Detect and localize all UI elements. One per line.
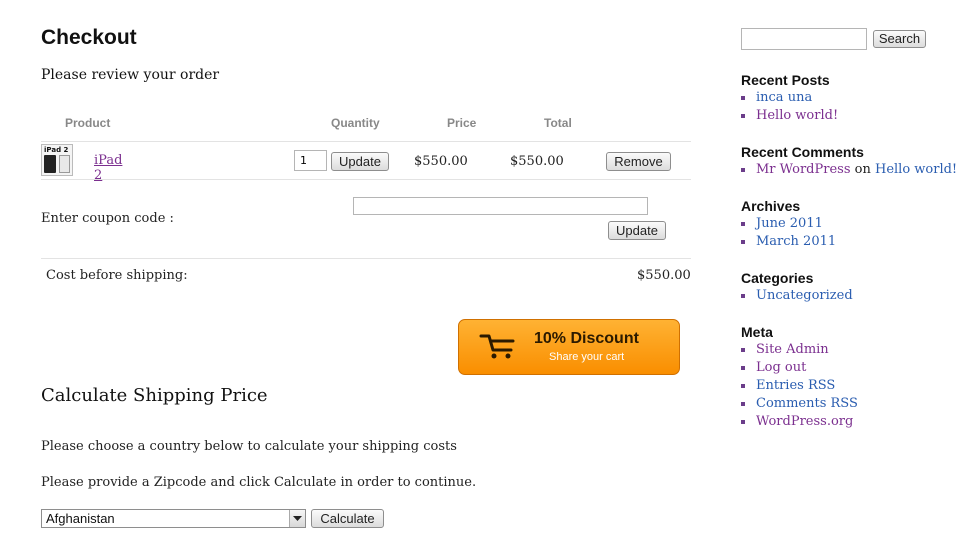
search-button[interactable]: Search [873, 30, 926, 48]
discount-subtitle: Share your cart [549, 351, 625, 363]
recent-post-link[interactable]: Hello world! [756, 108, 838, 123]
quantity-input[interactable] [294, 150, 327, 171]
table-divider-top [41, 141, 691, 142]
column-header-quantity: Quantity [331, 116, 380, 130]
column-header-product: Product [65, 116, 111, 130]
list-item: Site Admin [741, 341, 858, 359]
review-text: Please review your order [41, 67, 220, 83]
product-price: $550.00 [414, 154, 468, 169]
column-header-total: Total [544, 116, 572, 130]
category-link[interactable]: Uncategorized [756, 288, 853, 303]
coupon-label: Enter coupon code : [41, 211, 174, 226]
meta-link-wordpress-org[interactable]: WordPress.org [756, 414, 853, 429]
discount-title: 10% Discount [534, 330, 639, 347]
comment-on-text: on [854, 162, 871, 177]
meta-heading: Meta [741, 324, 773, 340]
product-total: $550.00 [510, 154, 564, 169]
product-thumbnail[interactable]: iPad 2 [41, 144, 73, 176]
coupon-input[interactable] [353, 197, 648, 215]
categories-list: Uncategorized [741, 287, 853, 305]
tablet-back-icon [59, 155, 70, 173]
country-selected-value: Afghanistan [46, 511, 115, 526]
page-title: Checkout [41, 26, 137, 49]
shipping-instruction-country: Please choose a country below to calcula… [41, 439, 457, 454]
list-item: WordPress.org [741, 413, 858, 431]
archives-heading: Archives [741, 198, 801, 214]
coupon-update-button[interactable]: Update [608, 221, 666, 240]
meta-link-log-out[interactable]: Log out [756, 360, 806, 375]
archive-link[interactable]: March 2011 [756, 234, 836, 249]
list-item: Entries RSS [741, 377, 858, 395]
cost-value: $550.00 [637, 268, 691, 283]
recent-post-link[interactable]: inca una [756, 90, 812, 105]
list-item: June 2011 [741, 215, 836, 233]
categories-heading: Categories [741, 270, 814, 286]
list-item: Hello world! [741, 107, 838, 125]
remove-button[interactable]: Remove [606, 152, 671, 171]
coupon-divider [41, 258, 691, 259]
list-item: March 2011 [741, 233, 836, 251]
list-item: Log out [741, 359, 858, 377]
chevron-down-icon [293, 516, 302, 521]
share-cart-discount-button[interactable]: 10% Discount Share your cart [458, 319, 680, 375]
meta-link-entries-rss[interactable]: Entries RSS [756, 378, 835, 393]
archives-list: June 2011 March 2011 [741, 215, 836, 251]
comment-author-link[interactable]: Mr WordPress [756, 162, 851, 177]
cart-icon [479, 334, 515, 359]
thumbnail-label: iPad 2 [44, 146, 69, 154]
archive-link[interactable]: June 2011 [756, 216, 823, 231]
list-item: Uncategorized [741, 287, 853, 305]
comment-post-link[interactable]: Hello world! [875, 162, 957, 177]
recent-posts-heading: Recent Posts [741, 72, 830, 88]
calculate-button[interactable]: Calculate [311, 509, 384, 528]
list-item: Mr WordPress on Hello world! [741, 161, 957, 179]
shipping-heading: Calculate Shipping Price [41, 385, 268, 406]
recent-comments-heading: Recent Comments [741, 144, 864, 160]
column-header-price: Price [447, 116, 477, 130]
cost-label: Cost before shipping: [46, 268, 188, 283]
list-item: inca una [741, 89, 838, 107]
shipping-instruction-zip: Please provide a Zipcode and click Calcu… [41, 475, 477, 490]
meta-link-comments-rss[interactable]: Comments RSS [756, 396, 858, 411]
recent-posts-list: inca una Hello world! [741, 89, 838, 125]
recent-comments-list: Mr WordPress on Hello world! [741, 161, 957, 179]
country-select[interactable]: Afghanistan [41, 509, 306, 528]
meta-list: Site Admin Log out Entries RSS Comments … [741, 341, 858, 431]
select-arrow-button[interactable] [289, 510, 305, 527]
list-item: Comments RSS [741, 395, 858, 413]
search-input[interactable] [741, 28, 867, 50]
tablet-front-icon [44, 155, 56, 173]
table-divider-bottom [41, 179, 691, 180]
update-quantity-button[interactable]: Update [331, 152, 389, 171]
meta-link-site-admin[interactable]: Site Admin [756, 342, 829, 357]
